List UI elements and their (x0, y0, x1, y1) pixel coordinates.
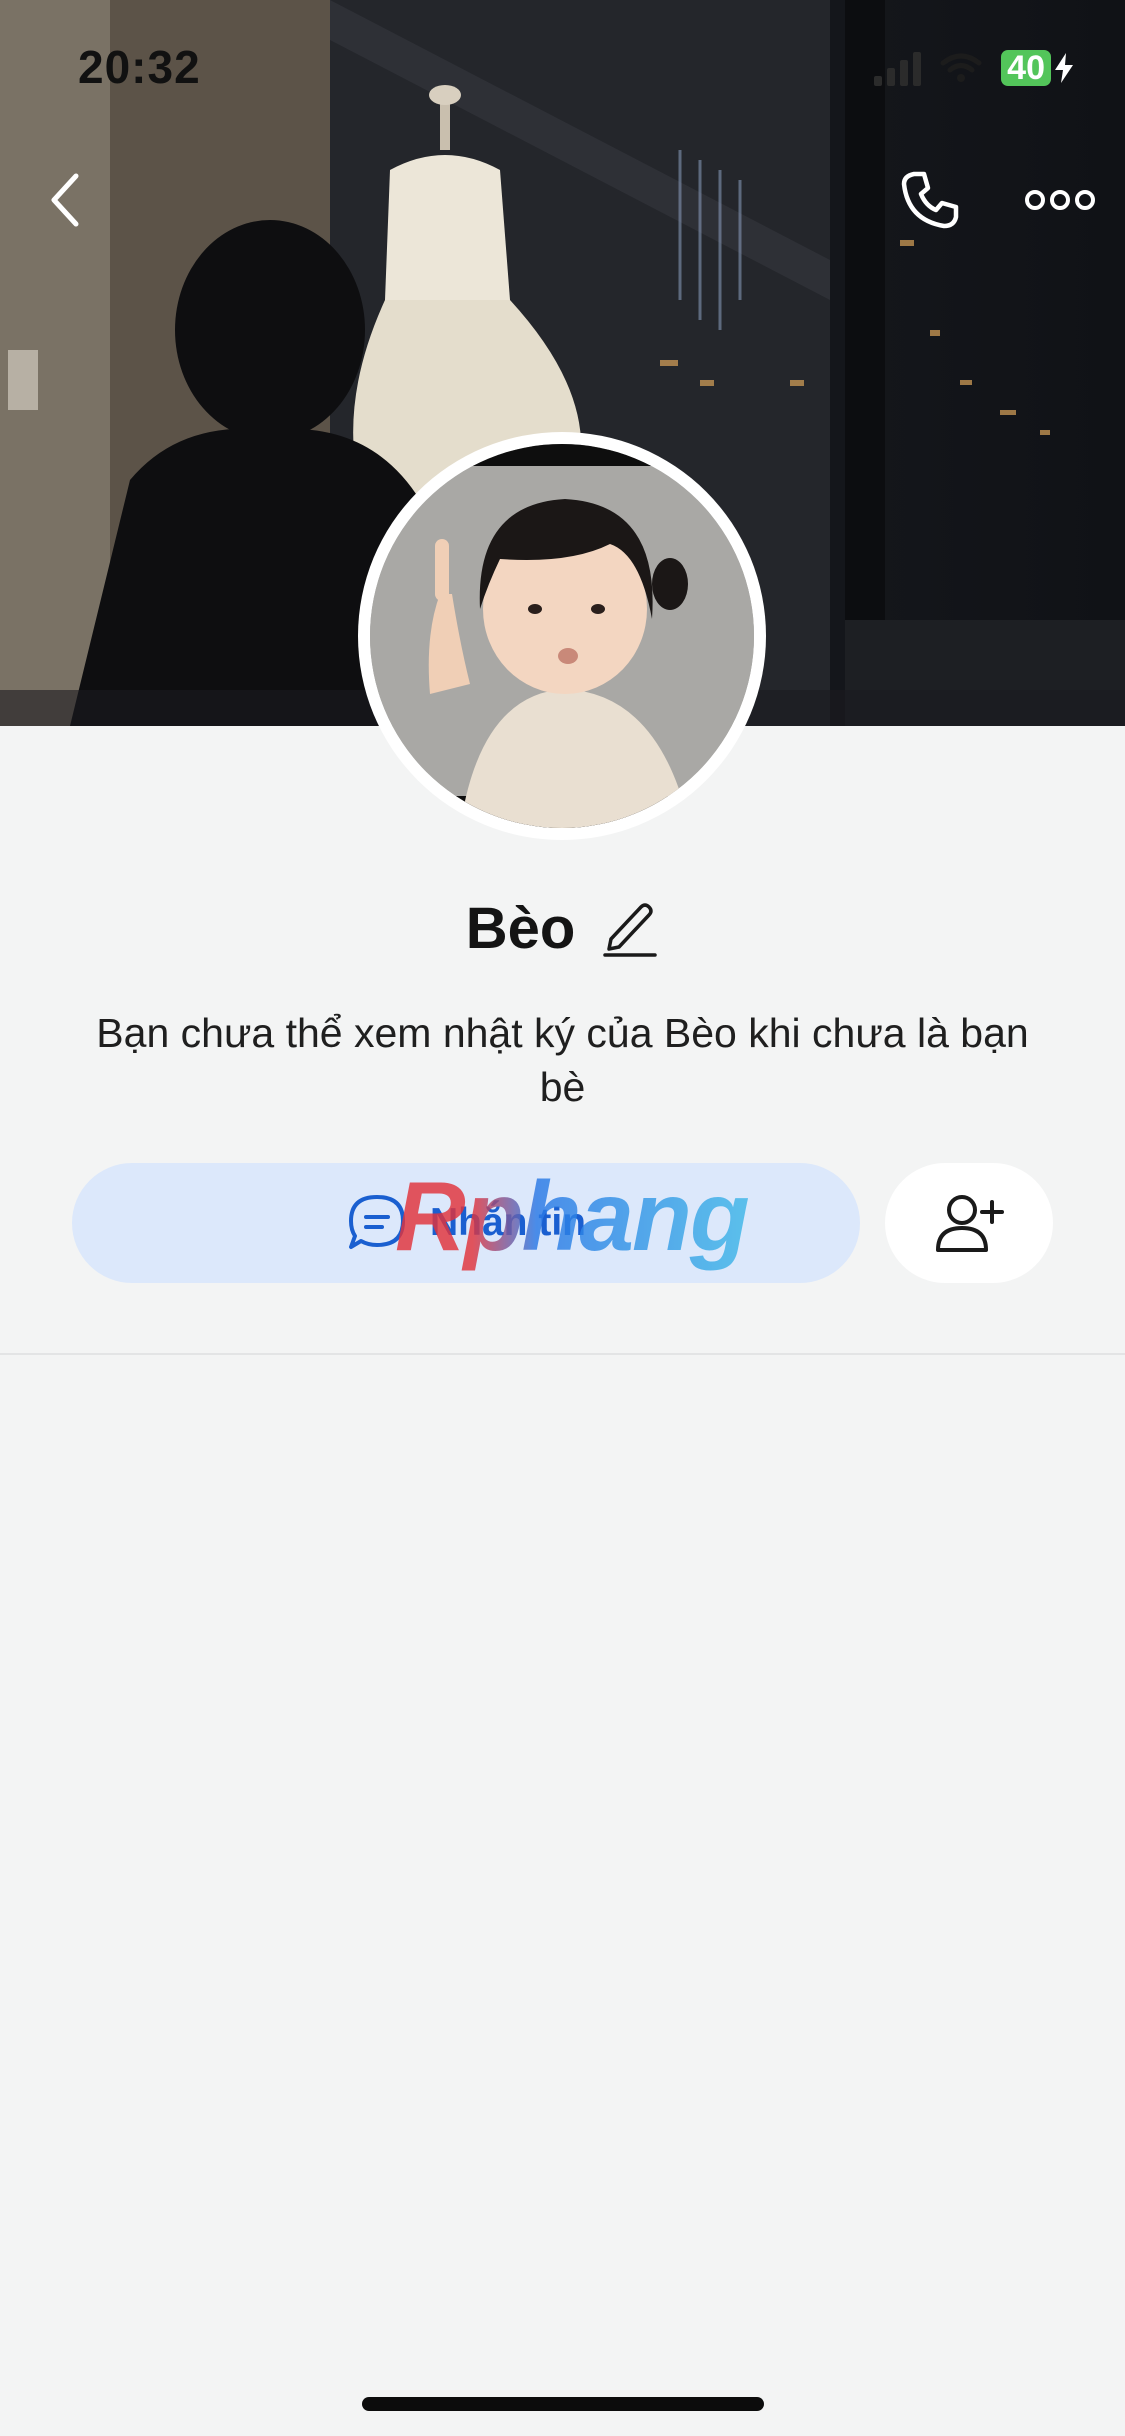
cellular-signal-icon (874, 50, 922, 86)
pencil-icon[interactable] (601, 897, 659, 959)
charging-bolt-icon (1055, 53, 1073, 83)
avatar-illustration (370, 444, 754, 828)
back-button[interactable] (30, 160, 100, 240)
call-button[interactable] (890, 160, 970, 240)
more-horizontal-icon (1025, 190, 1095, 210)
chevron-left-icon (51, 173, 79, 227)
status-time: 20:32 (78, 41, 201, 93)
more-options-button[interactable] (1020, 170, 1100, 230)
section-divider (0, 1353, 1125, 1355)
message-button-label: Nhắn tin (430, 1201, 586, 1244)
profile-screen: 20:32 40 Bèo Bạn chưa thể xem nhật ký củ… (0, 0, 1125, 2436)
user-plus-icon (936, 1195, 1004, 1252)
profile-name: Bèo (465, 895, 576, 961)
home-indicator[interactable] (362, 2397, 764, 2411)
message-button[interactable]: Nhắn tin (72, 1163, 860, 1283)
chat-bubble-icon (349, 1195, 405, 1249)
avatar-image (370, 444, 754, 828)
profile-name-row: Bèo (0, 893, 1125, 963)
battery-level: 40 (1001, 50, 1051, 86)
status-indicators: 40 (874, 46, 1073, 90)
status-bar: 20:32 40 (0, 0, 1125, 140)
phone-icon (901, 171, 959, 229)
diary-privacy-notice: Bạn chưa thể xem nhật ký của Bèo khi chư… (96, 1010, 1029, 1110)
battery-indicator: 40 (1001, 50, 1073, 86)
add-friend-button[interactable] (885, 1163, 1053, 1283)
profile-avatar[interactable] (358, 432, 766, 840)
wifi-icon (940, 53, 982, 82)
